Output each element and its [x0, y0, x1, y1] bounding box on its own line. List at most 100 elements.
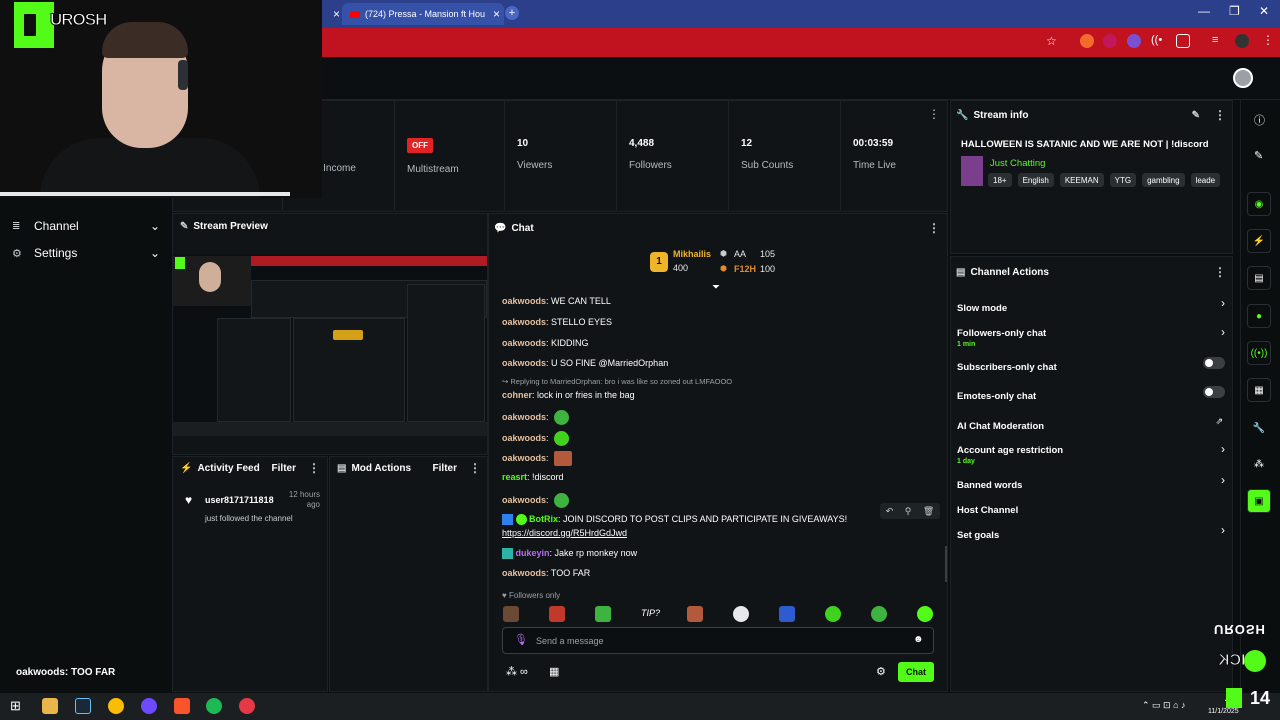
points-icon[interactable]: ⁂ ∞ [506, 665, 528, 678]
more-options-icon[interactable]: ⋮ [308, 461, 320, 475]
extension-icon[interactable]: ((• [1151, 34, 1162, 46]
emote-icon[interactable] [687, 606, 703, 622]
browser-menu-icon[interactable]: ⋮ [1262, 33, 1274, 47]
edit-icon[interactable]: ✎ [1192, 110, 1200, 121]
filter-button[interactable]: Filter [272, 463, 296, 474]
chat-username[interactable]: oakwoods [502, 338, 546, 348]
chat-username[interactable]: oakwoods [502, 453, 546, 463]
clipboard-icon[interactable]: ▤ [1247, 266, 1271, 290]
brave-icon[interactable] [174, 698, 190, 714]
filter-button[interactable]: Filter [433, 463, 457, 474]
lightning-icon[interactable]: ⚡ [1247, 229, 1271, 253]
gift-icon[interactable]: ▦ [549, 665, 559, 678]
clapper-icon[interactable]: ▣ [1247, 489, 1271, 513]
maximize-icon[interactable]: ❐ [1229, 4, 1240, 18]
chat-username[interactable]: oakwoods [502, 568, 546, 578]
avatar[interactable] [1233, 68, 1253, 88]
apps-icon[interactable]: ⁂ [1247, 452, 1271, 476]
action-slow-mode[interactable]: Slow mode › [957, 296, 1227, 316]
chat-username[interactable]: oakwoods [502, 433, 546, 443]
delete-icon[interactable]: 🗑 [923, 506, 934, 517]
chat-username[interactable]: oakwoods [502, 296, 546, 306]
layout-icon[interactable]: ▦ [1247, 378, 1271, 402]
browser-tab-youtube[interactable]: (724) Pressa - Mansion ft Houdi × [342, 3, 504, 25]
puzzle-extensions-icon[interactable] [1176, 34, 1190, 48]
chat-username[interactable]: oakwoods [502, 495, 546, 505]
bookmark-star-icon[interactable]: ☆ [1046, 34, 1057, 48]
action-emotes-only[interactable]: Emotes-only chat [957, 386, 1227, 404]
profile-icon[interactable] [1235, 34, 1249, 48]
pin-down-icon[interactable]: ⏷ [712, 282, 720, 293]
action-set-goals[interactable]: Set goals › [957, 523, 1227, 543]
send-chat-button[interactable]: Chat [898, 662, 934, 682]
emote-icon[interactable] [554, 451, 573, 466]
action-account-age[interactable]: Account age restriction 1 day › [957, 440, 1227, 465]
tab-close-icon[interactable]: × [493, 7, 500, 21]
stream-preview-video[interactable] [173, 254, 487, 436]
more-options-icon[interactable]: ⋮ [928, 221, 940, 235]
emote-icon[interactable] [595, 606, 611, 622]
toggle-switch[interactable] [1203, 386, 1225, 398]
tag[interactable]: YTG [1109, 173, 1137, 187]
chat-username[interactable]: reasrt [502, 472, 527, 482]
stat-multistream[interactable]: OFF Multistream [394, 100, 504, 210]
emote-icon[interactable] [733, 606, 749, 622]
tag[interactable]: 18+ [988, 173, 1012, 187]
category-thumbnail[interactable] [961, 156, 983, 186]
tag[interactable]: English [1017, 173, 1054, 187]
category-link[interactable]: Just Chatting [990, 158, 1045, 169]
reply-icon[interactable]: ↶ [886, 506, 894, 517]
extension-icon[interactable] [1103, 34, 1117, 48]
action-subscribers-only[interactable]: Subscribers-only chat [957, 357, 1227, 375]
activity-user[interactable]: user8171711818 [205, 495, 274, 505]
wrench-icon[interactable]: 🔧 [1247, 416, 1271, 440]
windows-start-icon[interactable]: ⊞ [10, 698, 21, 714]
camera-icon[interactable]: ◉ [1247, 192, 1271, 216]
edit-icon[interactable]: ✎ [1254, 149, 1263, 162]
steam-icon[interactable] [75, 698, 91, 714]
more-options-icon[interactable]: ⋮ [469, 461, 481, 475]
action-banned-words[interactable]: Banned words › [957, 473, 1227, 493]
action-followers-only[interactable]: Followers-only chat 1 min › [957, 323, 1227, 348]
emote-icon[interactable] [554, 431, 570, 446]
emote-icon[interactable] [503, 606, 519, 622]
chat-scrollbar[interactable] [945, 546, 947, 582]
chat-username[interactable]: oakwoods [502, 317, 546, 327]
tab-close-icon[interactable]: × [325, 3, 340, 25]
nav-settings[interactable]: ⚙ Settings ⌄ [12, 246, 160, 260]
emote-icon[interactable] [917, 606, 933, 622]
emote-icon[interactable] [554, 410, 570, 425]
action-ai-moderation[interactable]: AI Chat Moderation ⇗ [957, 416, 1227, 434]
more-options-icon[interactable]: ⋮ [1214, 108, 1226, 122]
info-icon[interactable]: ⓘ [1254, 112, 1265, 128]
extension-icon[interactable] [1127, 34, 1141, 48]
leaderboard-user[interactable]: F12H [734, 264, 756, 274]
reading-list-icon[interactable]: ≡ [1212, 34, 1218, 46]
chat-link[interactable]: https://discord.gg/R5HrdGdJwd [502, 528, 627, 538]
minimize-icon[interactable]: — [1198, 4, 1210, 18]
more-options-icon[interactable]: ⋮ [1214, 265, 1226, 279]
tag[interactable]: leade [1190, 173, 1221, 187]
close-window-icon[interactable]: ✕ [1259, 4, 1269, 18]
emote-icon[interactable] [549, 606, 565, 622]
chat-username[interactable]: dukeyin [516, 548, 550, 558]
tray-icons[interactable]: ⌃ ▭ ⊡ ⌂ ♪ [1142, 700, 1186, 711]
nav-channel[interactable]: ≣ Channel ⌄ [12, 219, 160, 233]
tag[interactable]: gambling [1142, 173, 1185, 187]
tag[interactable]: KEEMAN [1059, 173, 1104, 187]
action-host-channel[interactable]: Host Channel [957, 500, 1227, 518]
chrome-icon[interactable] [108, 698, 124, 714]
toggle-switch[interactable] [1203, 357, 1225, 369]
microphone-icon[interactable]: 🎙 [514, 633, 528, 646]
emote-icon[interactable] [554, 493, 570, 508]
emoji-icon[interactable]: ☻ [913, 634, 924, 645]
app-icon[interactable] [239, 698, 255, 714]
chat-username[interactable]: BotRix [529, 514, 558, 524]
emote-icon[interactable]: TIP? [641, 608, 660, 618]
chat-username[interactable]: oakwoods [502, 358, 546, 368]
new-tab-button[interactable]: + [505, 6, 519, 20]
leaderboard-user[interactable]: AA [734, 249, 746, 259]
extension-icon[interactable] [1080, 34, 1094, 48]
chat-bubble-icon[interactable]: ● [1247, 304, 1271, 328]
chat-username[interactable]: oakwoods [502, 412, 546, 422]
